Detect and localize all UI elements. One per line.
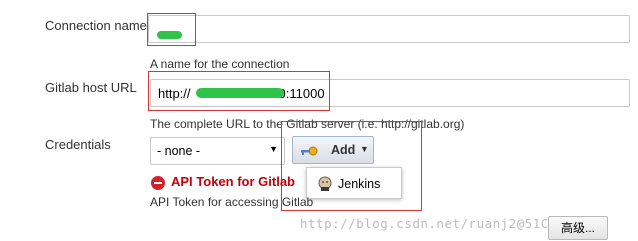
annotation-box-gitlab-url <box>148 71 330 111</box>
add-credentials-dropdown: Jenkins <box>306 167 402 199</box>
connection-name-input[interactable] <box>148 15 630 43</box>
connection-name-label: Connection name <box>45 18 147 33</box>
error-icon <box>151 176 165 190</box>
credentials-error-text: API Token for Gitlab <box>171 174 295 189</box>
gitlab-host-url-label: Gitlab host URL <box>45 80 137 95</box>
connection-name-description: A name for the connection <box>150 57 290 71</box>
dropdown-item-jenkins[interactable]: Jenkins <box>307 168 401 198</box>
credentials-help-text: API Token for accessing Gitlab <box>150 195 314 209</box>
credentials-select[interactable]: - none - ▼ <box>150 137 285 165</box>
advanced-button[interactable]: 高级... <box>548 216 608 240</box>
credentials-label: Credentials <box>45 137 111 152</box>
annotation-box-connection-name <box>147 13 196 46</box>
jenkins-icon <box>318 176 332 191</box>
credentials-selected-value: - none - <box>157 144 201 158</box>
dropdown-item-label: Jenkins <box>338 177 381 191</box>
caret-down-icon: ▼ <box>269 144 278 154</box>
